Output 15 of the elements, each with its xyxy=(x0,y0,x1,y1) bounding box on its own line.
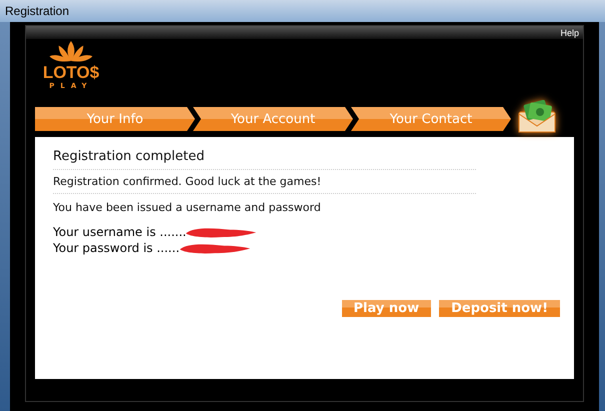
section-heading: Registration completed xyxy=(53,147,476,170)
info-note: You have been issued a username and password xyxy=(53,200,322,216)
step-tab[interactable]: Your Info xyxy=(35,107,195,131)
credential-text: Your password is ...... xyxy=(53,240,180,256)
logo-text: LOTO$ xyxy=(42,63,100,82)
lotus-icon xyxy=(48,39,94,63)
help-link[interactable]: Help xyxy=(560,28,579,38)
step-tab[interactable]: Your Account xyxy=(193,107,353,131)
envelope-money-icon xyxy=(517,100,557,134)
action-button[interactable]: Play now xyxy=(342,300,432,317)
confirmation-message: Registration confirmed. Good luck at the games! xyxy=(53,170,476,194)
window-title: Registration xyxy=(5,4,70,18)
step-tab[interactable]: Your Contact xyxy=(351,107,511,131)
credential-text: Your username is ....... xyxy=(53,224,186,240)
action-button[interactable]: Deposit now! xyxy=(439,300,560,317)
